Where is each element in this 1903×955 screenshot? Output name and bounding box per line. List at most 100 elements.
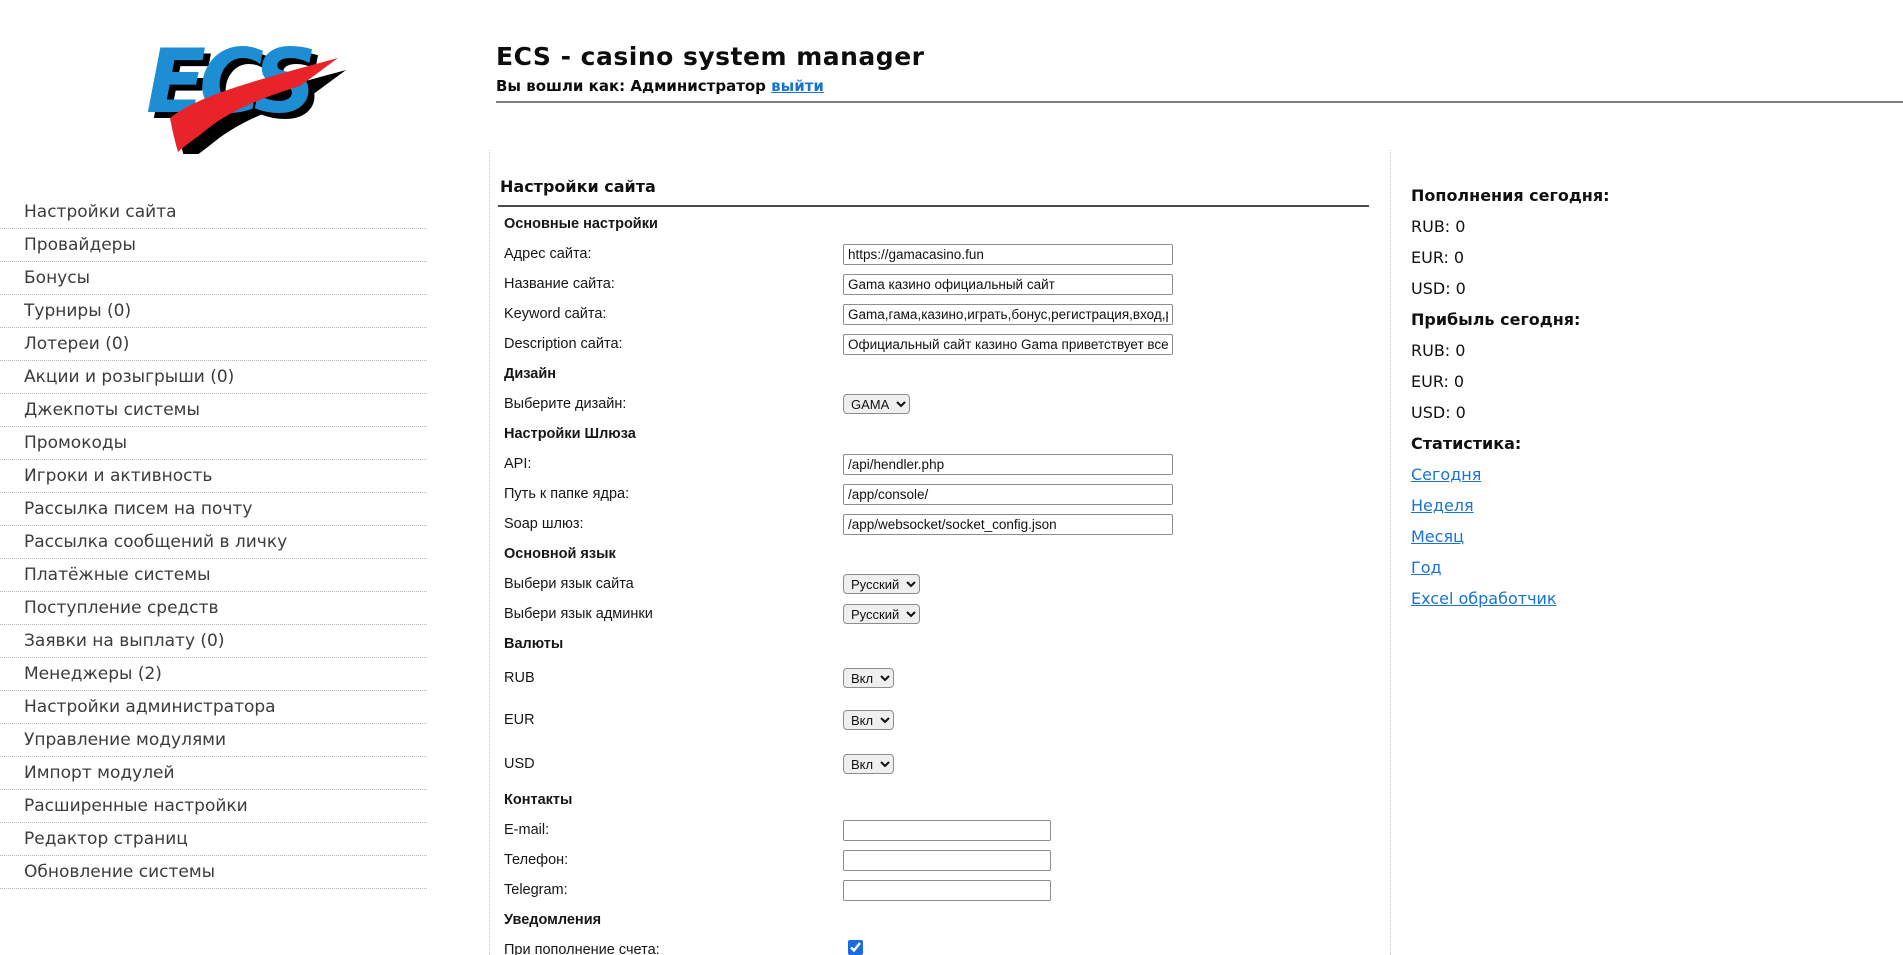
form-section-row: Основные настройки (498, 209, 1390, 239)
sidebar-item[interactable]: Платёжные системы (0, 559, 427, 592)
login-user: Администратор (630, 77, 766, 95)
field-label: При пополнение счета: (498, 942, 843, 955)
title-divider (498, 205, 1369, 207)
section-heading: Дизайн (498, 366, 843, 382)
select-field[interactable]: Русский (843, 604, 920, 624)
stat-line: USD: 0 (1411, 397, 1903, 428)
sidebar-item[interactable]: Настройки сайта (0, 196, 427, 229)
sidebar-item[interactable]: Джекпоты системы (0, 394, 427, 427)
section-heading: Уведомления (498, 912, 843, 928)
form-row: Keyword сайта: (498, 299, 1390, 329)
section-heading: Контакты (498, 792, 843, 808)
form-row: Выбери язык сайта Русский (498, 569, 1390, 599)
sidebar-item[interactable]: Поступление средств (0, 592, 427, 625)
stat-link[interactable]: Сегодня (1411, 465, 1481, 484)
sidebar-item[interactable]: Менеджеры (2) (0, 658, 427, 691)
deposits-today-title: Пополнения сегодня: (1411, 180, 1903, 211)
stat-link[interactable]: Неделя (1411, 496, 1474, 515)
sidebar-item[interactable]: Рассылка сообщений в личку (0, 526, 427, 559)
form-row: RUB Вкл (498, 659, 1390, 697)
form-row: Description сайта: (498, 329, 1390, 359)
text-field[interactable] (843, 274, 1173, 295)
form-section-row: Валюты (498, 629, 1390, 659)
text-field[interactable] (843, 880, 1051, 901)
text-field[interactable] (843, 850, 1051, 871)
sidebar-item[interactable]: Импорт модулей (0, 757, 427, 790)
form-row: Телефон: (498, 845, 1390, 875)
text-field[interactable] (843, 820, 1051, 841)
sidebar-item[interactable]: Управление модулями (0, 724, 427, 757)
stat-link[interactable]: Год (1411, 558, 1442, 577)
checkbox-field[interactable] (848, 940, 863, 955)
sidebar-item[interactable]: Игроки и активность (0, 460, 427, 493)
field-label: Адрес сайта: (498, 246, 843, 262)
form-row: Адрес сайта: (498, 239, 1390, 269)
form-row: Выберите дизайн: GAMA (498, 389, 1390, 419)
field-label: EUR (498, 712, 843, 728)
field-label: Телефон: (498, 852, 843, 868)
text-field[interactable] (843, 514, 1173, 535)
sidebar-item[interactable]: Провайдеры (0, 229, 427, 262)
login-prefix: Вы вошли как: (496, 77, 630, 95)
field-label: API: (498, 456, 843, 472)
select-field[interactable]: Вкл (843, 754, 894, 774)
field-label: RUB (498, 670, 843, 686)
sidebar-item[interactable]: Лотереи (0) (0, 328, 427, 361)
section-heading: Настройки Шлюза (498, 426, 843, 442)
stats-panel: Пополнения сегодня: RUB: 0EUR: 0USD: 0 П… (1390, 150, 1903, 955)
sidebar-item[interactable]: Турниры (0) (0, 295, 427, 328)
header-divider (496, 101, 1903, 103)
text-field[interactable] (843, 304, 1173, 325)
text-field[interactable] (843, 454, 1173, 475)
profit-today-title: Прибыль сегодня: (1411, 304, 1903, 335)
sidebar-item[interactable]: Настройки администратора (0, 691, 427, 724)
form-row: При пополнение счета: (498, 935, 1390, 955)
sidebar-menu: Настройки сайтаПровайдерыБонусыТурниры (… (0, 196, 427, 889)
select-field[interactable]: Русский (843, 574, 920, 594)
page-title: ECS - casino system manager (496, 42, 924, 71)
text-field[interactable] (843, 484, 1173, 505)
stat-line: EUR: 0 (1411, 366, 1903, 397)
form-row: E-mail: (498, 815, 1390, 845)
section-heading: Валюты (498, 636, 843, 652)
profit-today-list: RUB: 0EUR: 0USD: 0 (1411, 335, 1903, 428)
field-label: Soap шлюз: (498, 516, 843, 532)
text-field[interactable] (843, 334, 1173, 355)
form-row: Выбери язык админки Русский (498, 599, 1390, 629)
field-label: Выберите дизайн: (498, 396, 843, 412)
logout-link[interactable]: выйти (771, 77, 824, 95)
select-field[interactable]: Вкл (843, 710, 894, 730)
statistics-links: Сегодня Неделя Месяц Год Excel обработчик (1411, 459, 1903, 614)
sidebar-item[interactable]: Заявки на выплату (0) (0, 625, 427, 658)
form-row: Путь к папке ядра: (498, 479, 1390, 509)
field-label: Telegram: (498, 882, 843, 898)
stat-link[interactable]: Месяц (1411, 527, 1464, 546)
form-section-row: Уведомления (498, 905, 1390, 935)
form-row: Название сайта: (498, 269, 1390, 299)
text-field[interactable] (843, 244, 1173, 265)
sidebar-item[interactable]: Акции и розыгрыши (0) (0, 361, 427, 394)
section-heading: Основной язык (498, 546, 843, 562)
sidebar-item[interactable]: Обновление системы (0, 856, 427, 889)
sidebar-item[interactable]: Рассылка писем на почту (0, 493, 427, 526)
stat-line: RUB: 0 (1411, 335, 1903, 366)
form-row: Telegram: (498, 875, 1390, 905)
form-section-row: Основной язык (498, 539, 1390, 569)
settings-form: Основные настройки Адрес сайта: Название… (498, 209, 1390, 955)
form-row: Soap шлюз: (498, 509, 1390, 539)
sidebar-item[interactable]: Промокоды (0, 427, 427, 460)
select-field[interactable]: GAMA (843, 394, 910, 414)
form-row: USD Вкл (498, 743, 1390, 785)
stat-line: EUR: 0 (1411, 242, 1903, 273)
select-field[interactable]: Вкл (843, 668, 894, 688)
field-label: Keyword сайта: (498, 306, 843, 322)
sidebar-item[interactable]: Редактор страниц (0, 823, 427, 856)
sidebar-item[interactable]: Бонусы (0, 262, 427, 295)
section-heading: Основные настройки (498, 216, 843, 232)
field-label: USD (498, 756, 843, 772)
form-section-row: Дизайн (498, 359, 1390, 389)
field-label: Название сайта: (498, 276, 843, 292)
stat-link[interactable]: Excel обработчик (1411, 589, 1557, 608)
sidebar-item[interactable]: Расширенные настройки (0, 790, 427, 823)
form-row: EUR Вкл (498, 697, 1390, 743)
